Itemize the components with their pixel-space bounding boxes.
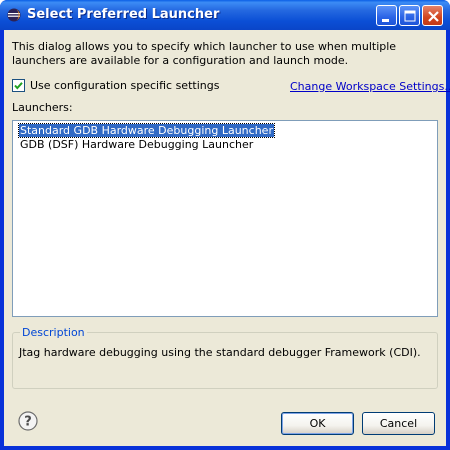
maximize-button[interactable] <box>399 5 420 26</box>
dialog-window: Select Preferred Launcher This dialog al… <box>0 0 450 450</box>
change-workspace-settings-link[interactable]: Change Workspace Settings... <box>290 80 450 93</box>
config-specific-label: Use configuration specific settings <box>30 79 220 92</box>
svg-text:?: ? <box>24 415 32 430</box>
description-group: Description Jtag hardware debugging usin… <box>12 326 438 389</box>
window-title: Select Preferred Launcher <box>27 7 220 22</box>
eclipse-icon <box>7 8 21 22</box>
close-icon <box>428 11 439 22</box>
description-text: Jtag hardware debugging using the standa… <box>19 346 421 359</box>
close-button[interactable] <box>422 5 443 26</box>
minimize-button[interactable] <box>376 5 397 26</box>
help-icon: ? <box>18 411 38 431</box>
title-bar[interactable]: Select Preferred Launcher <box>0 0 450 30</box>
maximize-icon <box>404 10 416 22</box>
dialog-body: This dialog allows you to specify which … <box>4 30 450 446</box>
minimize-icon <box>382 19 389 22</box>
list-item[interactable]: GDB (DSF) Hardware Debugging Launcher <box>19 138 254 151</box>
ok-button[interactable]: OK <box>281 412 354 435</box>
cancel-button[interactable]: Cancel <box>362 412 435 435</box>
help-button[interactable]: ? <box>18 411 38 431</box>
check-icon <box>14 82 23 90</box>
list-item[interactable]: Standard GDB Hardware Debugging Launcher <box>18 123 275 138</box>
intro-text: This dialog allows you to specify which … <box>12 40 397 67</box>
description-title: Description <box>20 326 87 339</box>
launchers-label: Launchers: <box>12 101 73 114</box>
launchers-list[interactable]: Standard GDB Hardware Debugging Launcher… <box>12 120 438 317</box>
config-specific-checkbox[interactable] <box>12 79 25 92</box>
